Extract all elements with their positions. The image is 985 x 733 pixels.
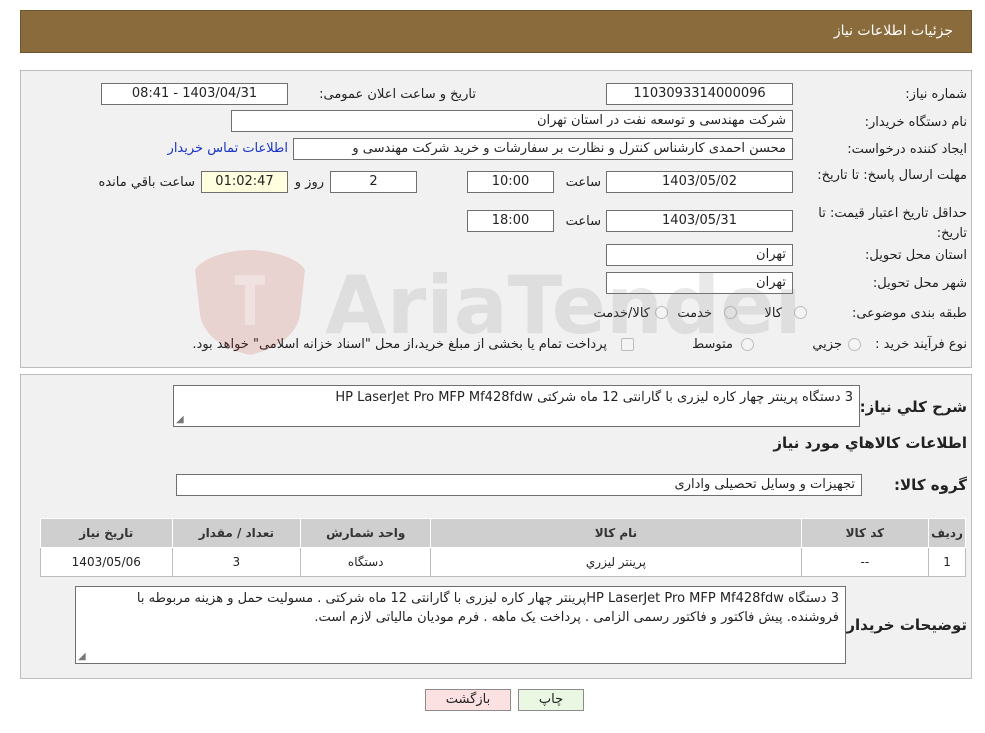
buyer-notes-label: توضيحات خريدار: bbox=[840, 616, 967, 634]
process-medium-label: متوسط bbox=[692, 337, 733, 352]
col-date-header: تاریخ نیاز bbox=[40, 518, 173, 548]
reply-days-field: 2 bbox=[330, 171, 417, 193]
buyer-org-label: نام دستگاه خریدار: bbox=[864, 115, 967, 130]
reply-deadline-label: مهلت ارسال پاسخ: تا تاریخ: bbox=[817, 168, 967, 183]
summary-label: شرح کلي نياز: bbox=[859, 398, 967, 416]
city-label: شهر محل تحویل: bbox=[872, 276, 967, 291]
page-header: جزئیات اطلاعات نیاز bbox=[20, 10, 972, 53]
buyer-org-field: شرکت مهندسی و توسعه نفت در استان تهران bbox=[231, 110, 793, 132]
print-button[interactable]: چاپ bbox=[518, 689, 584, 711]
cell-qty: 3 bbox=[171, 547, 302, 577]
province-field: تهران bbox=[606, 244, 793, 266]
remaining-time-field: 01:02:47 bbox=[201, 171, 288, 193]
goods-info-title: اطلاعات کالاهاي مورد نياز bbox=[773, 434, 967, 452]
process-minor-label: جزيي bbox=[812, 337, 842, 352]
goods-group-field: تجهیزات و وسایل تحصیلی واداری bbox=[176, 474, 862, 496]
treasury-note: پرداخت تمام یا بخشی از مبلغ خرید،از محل … bbox=[192, 337, 607, 352]
process-minor-radio[interactable] bbox=[848, 338, 861, 351]
col-row-header: رديف bbox=[928, 518, 966, 548]
category-service-radio[interactable] bbox=[724, 306, 737, 319]
buyer-notes-text: 3 دستگاه HP LaserJet Pro MFP Mf428fdwپری… bbox=[136, 591, 839, 625]
announce-field: 1403/04/31 - 08:41 bbox=[101, 83, 288, 105]
resize-grip-icon: ◢ bbox=[78, 651, 86, 662]
cell-name: پرينتر ليزري bbox=[430, 547, 802, 577]
category-goods-service-label: کالا/خدمت bbox=[593, 306, 650, 321]
category-goods-label: کالا bbox=[764, 306, 782, 321]
goods-group-label: گروه کالا: bbox=[894, 476, 967, 494]
cell-unit: دستگاه bbox=[300, 547, 432, 577]
category-label: طبقه بندی موضوعی: bbox=[851, 306, 967, 321]
table-row: 1 -- پرينتر ليزري دستگاه 3 1403/05/06 bbox=[40, 547, 966, 577]
col-code-header: کد کالا bbox=[800, 518, 930, 548]
summary-text: 3 دستگاه پرینتر چهار کاره لیزری با گاران… bbox=[335, 390, 853, 405]
back-button[interactable]: بازگشت bbox=[425, 689, 511, 711]
items-table: رديف کد کالا نام کالا واحد شمارش تعداد /… bbox=[40, 518, 966, 577]
reply-time-label: ساعت bbox=[565, 175, 601, 190]
category-service-label: خدمت bbox=[677, 306, 712, 321]
cell-code: -- bbox=[800, 547, 930, 577]
col-unit-header: واحد شمارش bbox=[300, 518, 432, 548]
resize-grip-icon: ◢ bbox=[176, 414, 184, 425]
col-name-header: نام کالا bbox=[430, 518, 802, 548]
treasury-checkbox[interactable] bbox=[621, 338, 634, 351]
city-field: تهران bbox=[606, 272, 793, 294]
process-label: نوع فرآیند خرید : bbox=[875, 337, 967, 352]
buyer-contact-link[interactable]: اطلاعات تماس خریدار bbox=[168, 141, 288, 156]
validity-time-label: ساعت bbox=[565, 214, 601, 229]
need-number-field: 1103093314000096 bbox=[606, 83, 793, 105]
remaining-time-label: ساعت باقي مانده bbox=[98, 175, 195, 190]
page-title: جزئیات اطلاعات نیاز bbox=[833, 23, 953, 39]
province-label: استان محل تحویل: bbox=[865, 248, 967, 263]
category-goods-service-radio[interactable] bbox=[655, 306, 668, 319]
reply-days-label: روز و bbox=[294, 175, 324, 190]
buyer-notes-textarea[interactable]: 3 دستگاه HP LaserJet Pro MFP Mf428fdwپری… bbox=[75, 586, 846, 664]
reply-time-field: 10:00 bbox=[467, 171, 554, 193]
col-qty-header: تعداد / مقدار bbox=[171, 518, 302, 548]
reply-date-field: 1403/05/02 bbox=[606, 171, 793, 193]
price-validity-label: حداقل تاریخ اعتبار قیمت: تا تاریخ: bbox=[818, 206, 967, 241]
items-table-header: رديف کد کالا نام کالا واحد شمارش تعداد /… bbox=[40, 518, 966, 548]
cell-date: 1403/05/06 bbox=[40, 547, 173, 577]
creator-field: محسن احمدی کارشناس کنترل و نظارت بر سفار… bbox=[293, 138, 793, 160]
cell-row: 1 bbox=[928, 547, 966, 577]
need-number-label: شماره نیاز: bbox=[905, 87, 967, 102]
announce-label: تاریخ و ساعت اعلان عمومی: bbox=[319, 87, 476, 102]
validity-time-field: 18:00 bbox=[467, 210, 554, 232]
summary-textarea[interactable]: 3 دستگاه پرینتر چهار کاره لیزری با گاران… bbox=[173, 385, 860, 427]
process-medium-radio[interactable] bbox=[741, 338, 754, 351]
validity-date-field: 1403/05/31 bbox=[606, 210, 793, 232]
creator-label: ایجاد کننده درخواست: bbox=[847, 142, 967, 157]
category-goods-radio[interactable] bbox=[794, 306, 807, 319]
